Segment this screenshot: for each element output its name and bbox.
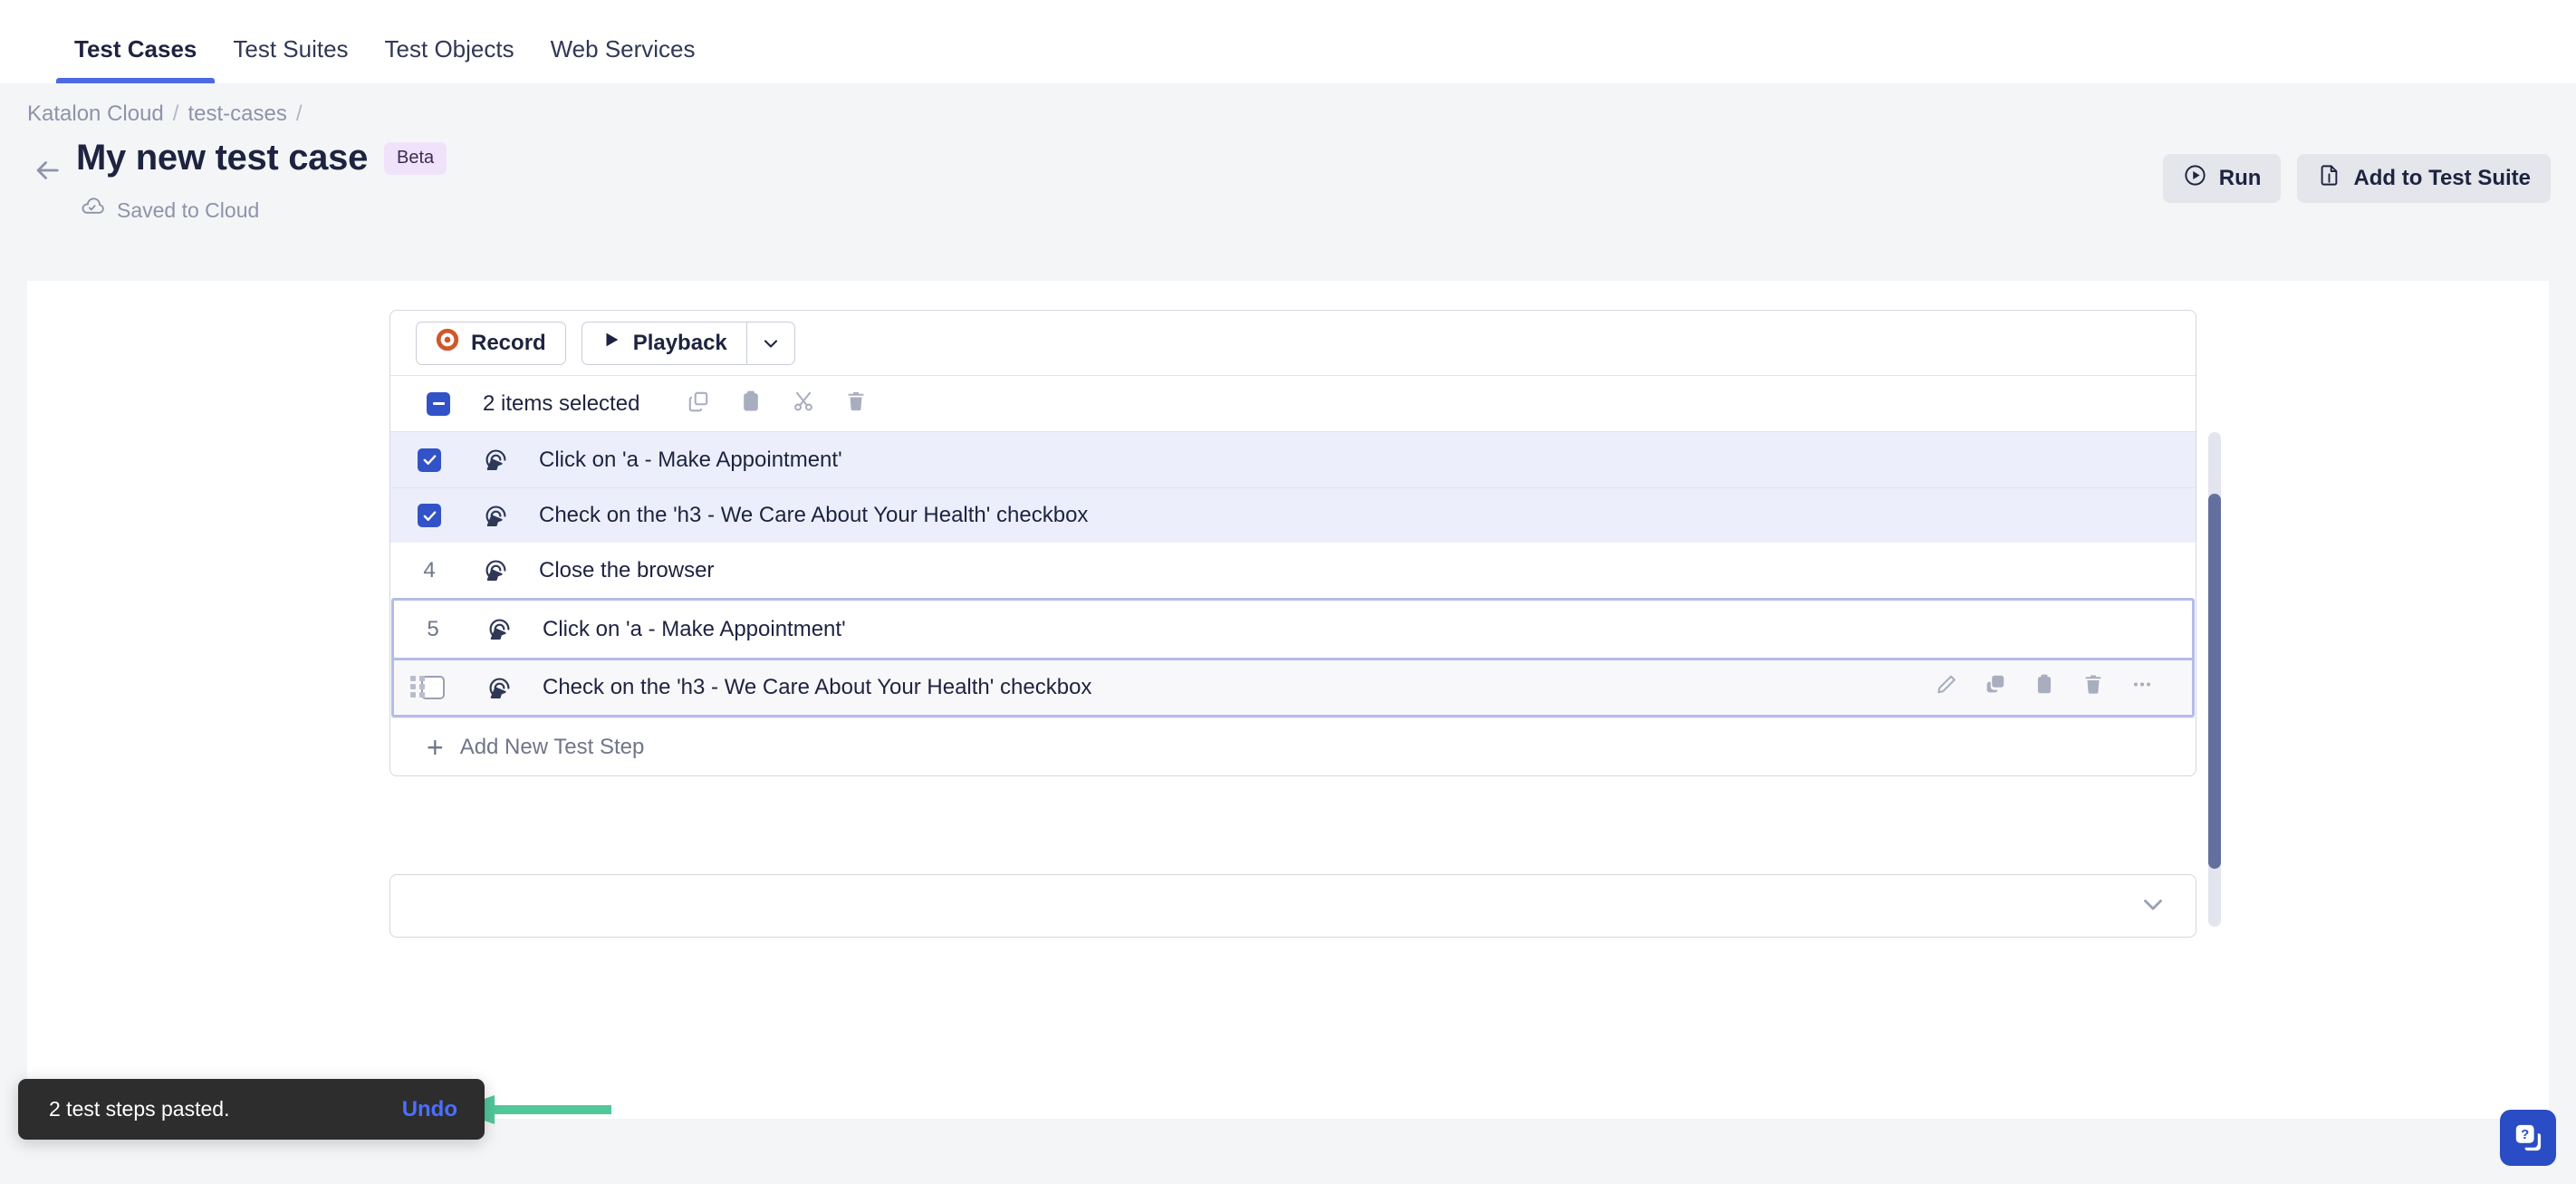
- steps-scrollbar-thumb[interactable]: [2208, 494, 2221, 869]
- click-target-icon: [468, 503, 523, 529]
- record-dot-icon: [436, 328, 459, 358]
- row-action-icons: [1935, 673, 2154, 703]
- pasted-steps-group: 5 Click on 'a - Make Appointment' Check …: [391, 598, 2195, 717]
- more-icon[interactable]: [2130, 673, 2154, 703]
- record-button-label: Record: [471, 330, 546, 355]
- tab-test-objects[interactable]: Test Objects: [367, 35, 533, 83]
- play-icon: [601, 330, 621, 356]
- help-chat-icon[interactable]: ?: [2500, 1110, 2556, 1166]
- playback-button-label: Playback: [632, 330, 727, 355]
- run-button-label: Run: [2218, 166, 2262, 190]
- click-target-icon: [472, 675, 526, 701]
- playback-button[interactable]: Playback: [581, 321, 746, 365]
- save-status: Saved to Cloud: [80, 195, 2163, 226]
- header-actions: Run Add to Test Suite: [2162, 154, 2551, 203]
- nav-tabs: Test Cases Test Suites Test Objects Web …: [56, 35, 714, 83]
- steps-scrollbar-track[interactable]: [2208, 432, 2221, 927]
- table-row[interactable]: Check on the 'h3 - We Care About Your He…: [394, 658, 2192, 715]
- breadcrumb-separator: /: [295, 101, 303, 126]
- tab-test-cases[interactable]: Test Cases: [56, 35, 216, 83]
- file-add-icon: [2317, 163, 2341, 194]
- title-row: My new test case Beta: [76, 138, 2163, 178]
- breadcrumb-separator: /: [172, 101, 179, 126]
- test-steps-card: Record Playback 2 items selected Click o…: [389, 310, 2221, 927]
- tab-label: Test Cases: [74, 35, 197, 63]
- click-target-icon: [468, 557, 523, 583]
- undo-button[interactable]: Undo: [402, 1097, 457, 1122]
- beta-badge: Beta: [384, 141, 447, 175]
- step-number: 4: [423, 557, 436, 582]
- step-number: 5: [427, 616, 439, 641]
- record-button[interactable]: Record: [416, 321, 566, 365]
- add-new-test-step-button[interactable]: + Add New Test Step: [390, 717, 2196, 775]
- step-description: Close the browser: [539, 557, 715, 582]
- chevron-down-icon[interactable]: [2138, 889, 2168, 924]
- selection-actions: [687, 390, 868, 418]
- play-circle-icon: [2183, 163, 2207, 194]
- edit-pencil-icon[interactable]: [1935, 673, 1958, 703]
- title-block: My new test case Beta Saved to Cloud: [76, 138, 2163, 226]
- step-description: Check on the 'h3 - We Care About Your He…: [539, 503, 1089, 527]
- delete-icon[interactable]: [2081, 673, 2105, 703]
- plus-icon: +: [427, 730, 444, 764]
- cut-icon[interactable]: [792, 390, 815, 418]
- row-checkbox[interactable]: [418, 504, 441, 527]
- row-checkbox[interactable]: [418, 448, 441, 472]
- table-row[interactable]: Click on 'a - Make Appointment': [390, 432, 2196, 487]
- selection-count-label: 2 items selected: [483, 390, 640, 416]
- tab-test-suites[interactable]: Test Suites: [215, 35, 366, 83]
- playback-split-button: Playback: [581, 321, 795, 365]
- select-all-checkbox[interactable]: [427, 391, 450, 416]
- add-new-test-step-label: Add New Test Step: [459, 734, 645, 759]
- row-checkbox-cell: [390, 448, 468, 472]
- add-to-test-suite-label: Add to Test Suite: [2353, 166, 2531, 190]
- breadcrumb-item-test-cases[interactable]: test-cases: [187, 101, 286, 127]
- page-header: My new test case Beta Saved to Cloud Run…: [0, 125, 2576, 252]
- tab-label: Web Services: [550, 35, 696, 63]
- table-row[interactable]: 4 Close the browser: [390, 543, 2196, 598]
- toast-message: 2 test steps pasted.: [49, 1097, 230, 1121]
- click-target-icon: [468, 447, 523, 473]
- tab-label: Test Objects: [384, 35, 514, 63]
- toast-notification: 2 test steps pasted. Undo: [18, 1079, 485, 1140]
- row-checkbox-cell: [394, 676, 472, 699]
- drag-handle-icon[interactable]: [410, 676, 427, 699]
- tab-label: Test Suites: [233, 35, 349, 63]
- delete-icon[interactable]: [844, 390, 868, 418]
- breadcrumb: Katalon Cloud / test-cases /: [0, 83, 2576, 127]
- main-content-canvas: Record Playback 2 items selected Click o…: [27, 281, 2549, 1119]
- save-status-label: Saved to Cloud: [117, 197, 260, 222]
- selection-toolbar: 2 items selected: [390, 376, 2196, 432]
- table-row[interactable]: 5 Click on 'a - Make Appointment': [394, 601, 2192, 658]
- paste-icon[interactable]: [739, 390, 763, 418]
- paste-icon[interactable]: [2033, 673, 2056, 703]
- add-to-test-suite-button[interactable]: Add to Test Suite: [2297, 154, 2551, 203]
- svg-text:?: ?: [2521, 1127, 2529, 1142]
- copy-icon[interactable]: [1984, 673, 2007, 703]
- table-row[interactable]: Check on the 'h3 - We Care About Your He…: [390, 487, 2196, 543]
- cloud-check-icon: [80, 195, 105, 226]
- run-button[interactable]: Run: [2162, 154, 2282, 203]
- page-title: My new test case: [76, 138, 369, 178]
- tab-web-services[interactable]: Web Services: [533, 35, 714, 83]
- row-checkbox-cell: [390, 504, 468, 527]
- breadcrumb-item-katalon-cloud[interactable]: Katalon Cloud: [27, 101, 164, 127]
- step-description: Click on 'a - Make Appointment': [543, 616, 846, 641]
- test-steps-list: Click on 'a - Make Appointment' Check on…: [390, 432, 2221, 927]
- primary-nav-bar: Test Cases Test Suites Test Objects Web …: [0, 0, 2576, 83]
- copy-icon[interactable]: [687, 390, 710, 418]
- chevron-down-icon[interactable]: [745, 321, 795, 365]
- arrow-left-icon[interactable]: [27, 150, 67, 190]
- bottom-collapsed-panel[interactable]: [389, 874, 2196, 938]
- click-target-icon: [472, 616, 526, 642]
- recorder-toolbar: Record Playback: [390, 311, 2196, 376]
- step-description: Click on 'a - Make Appointment': [539, 447, 842, 472]
